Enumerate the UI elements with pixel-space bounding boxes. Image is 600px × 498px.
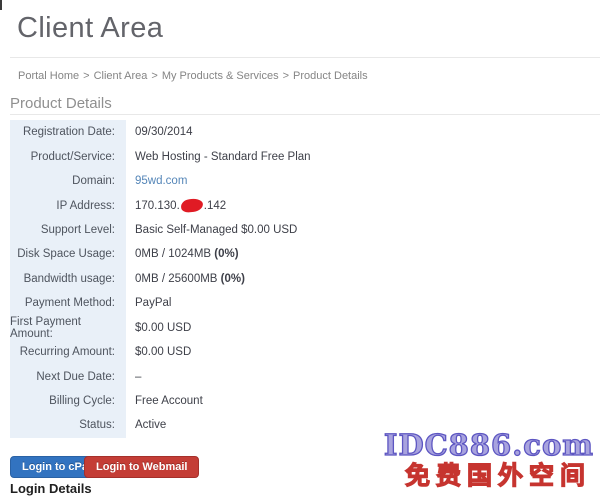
- row-value: 0MB / 25600MB (0%): [126, 273, 245, 285]
- row-label: Support Level:: [10, 218, 126, 242]
- table-row-payment-method: Payment Method: PayPal: [10, 291, 590, 315]
- row-value: 95wd.com: [126, 175, 187, 187]
- row-label: Product/Service:: [10, 144, 126, 168]
- row-label: Status:: [10, 413, 126, 437]
- screen-corner-artifact: [0, 0, 2, 10]
- breadcrumb-my-products[interactable]: My Products & Services: [162, 70, 279, 82]
- table-row-domain: Domain: 95wd.com: [10, 169, 590, 193]
- login-to-webmail-button[interactable]: Login to Webmail: [84, 456, 199, 478]
- row-label: Next Due Date:: [10, 364, 126, 388]
- table-row-product-service: Product/Service: Web Hosting - Standard …: [10, 144, 590, 168]
- table-row-registration-date: Registration Date: 09/30/2014: [10, 120, 590, 144]
- row-value: Basic Self-Managed $0.00 USD: [126, 224, 297, 236]
- ip-suffix: .142: [204, 200, 226, 212]
- row-value: PayPal: [126, 297, 171, 309]
- page-title: Client Area: [17, 12, 163, 45]
- status-value: Active: [126, 419, 166, 431]
- breadcrumb: Portal Home>Client Area>My Products & Se…: [18, 70, 368, 82]
- row-value: 09/30/2014: [126, 126, 193, 138]
- row-label: Recurring Amount:: [10, 340, 126, 364]
- section-title-product-details: Product Details: [10, 95, 112, 112]
- breadcrumb-product-details: Product Details: [293, 70, 368, 82]
- row-label: Disk Space Usage:: [10, 242, 126, 266]
- table-row-disk-space-usage: Disk Space Usage: 0MB / 1024MB (0%): [10, 242, 590, 266]
- ip-redaction-scribble: [180, 198, 203, 213]
- watermark-chinese-text: 免费国外空间: [405, 456, 591, 492]
- breadcrumb-separator: >: [279, 70, 293, 82]
- table-row-recurring-amount: Recurring Amount: $0.00 USD: [10, 340, 590, 364]
- row-value: –: [126, 371, 141, 383]
- product-details-table: Registration Date: 09/30/2014 Product/Se…: [10, 120, 590, 438]
- ip-prefix: 170.130.: [135, 200, 180, 212]
- row-label: IP Address:: [10, 193, 126, 217]
- row-value: $0.00 USD: [126, 346, 191, 358]
- header-divider: [10, 57, 600, 58]
- row-value: Web Hosting - Standard Free Plan: [126, 151, 311, 163]
- row-label: Registration Date:: [10, 120, 126, 144]
- row-value: 170.130. .142: [126, 199, 226, 212]
- row-label: Payment Method:: [10, 291, 126, 315]
- breadcrumb-client-area[interactable]: Client Area: [94, 70, 148, 82]
- table-row-support-level: Support Level: Basic Self-Managed $0.00 …: [10, 218, 590, 242]
- client-area-page: Client Area Portal Home>Client Area>My P…: [0, 0, 600, 498]
- row-label: Billing Cycle:: [10, 389, 126, 413]
- domain-link[interactable]: 95wd.com: [135, 175, 187, 187]
- row-value: 0MB / 1024MB (0%): [126, 248, 239, 260]
- disk-usage-percent: (0%): [214, 248, 238, 260]
- breadcrumb-separator: >: [79, 70, 93, 82]
- row-value: $0.00 USD: [126, 322, 191, 334]
- bandwidth-usage-text: 0MB / 25600MB: [135, 273, 217, 285]
- row-label: First Payment Amount:: [10, 316, 126, 340]
- row-value: Free Account: [126, 395, 203, 407]
- table-row-next-due-date: Next Due Date: –: [10, 364, 590, 388]
- disk-usage-text: 0MB / 1024MB: [135, 248, 211, 260]
- row-label: Domain:: [10, 169, 126, 193]
- section-divider: [10, 114, 600, 115]
- login-details-title: Login Details: [10, 481, 92, 496]
- breadcrumb-separator: >: [147, 70, 161, 82]
- bandwidth-usage-percent: (0%): [221, 273, 245, 285]
- row-label: Bandwidth usage:: [10, 267, 126, 291]
- table-row-first-payment-amount: First Payment Amount: $0.00 USD: [10, 316, 590, 340]
- table-row-billing-cycle: Billing Cycle: Free Account: [10, 389, 590, 413]
- table-row-bandwidth-usage: Bandwidth usage: 0MB / 25600MB (0%): [10, 267, 590, 291]
- table-row-ip-address: IP Address: 170.130. .142: [10, 193, 590, 217]
- breadcrumb-portal-home[interactable]: Portal Home: [18, 70, 79, 82]
